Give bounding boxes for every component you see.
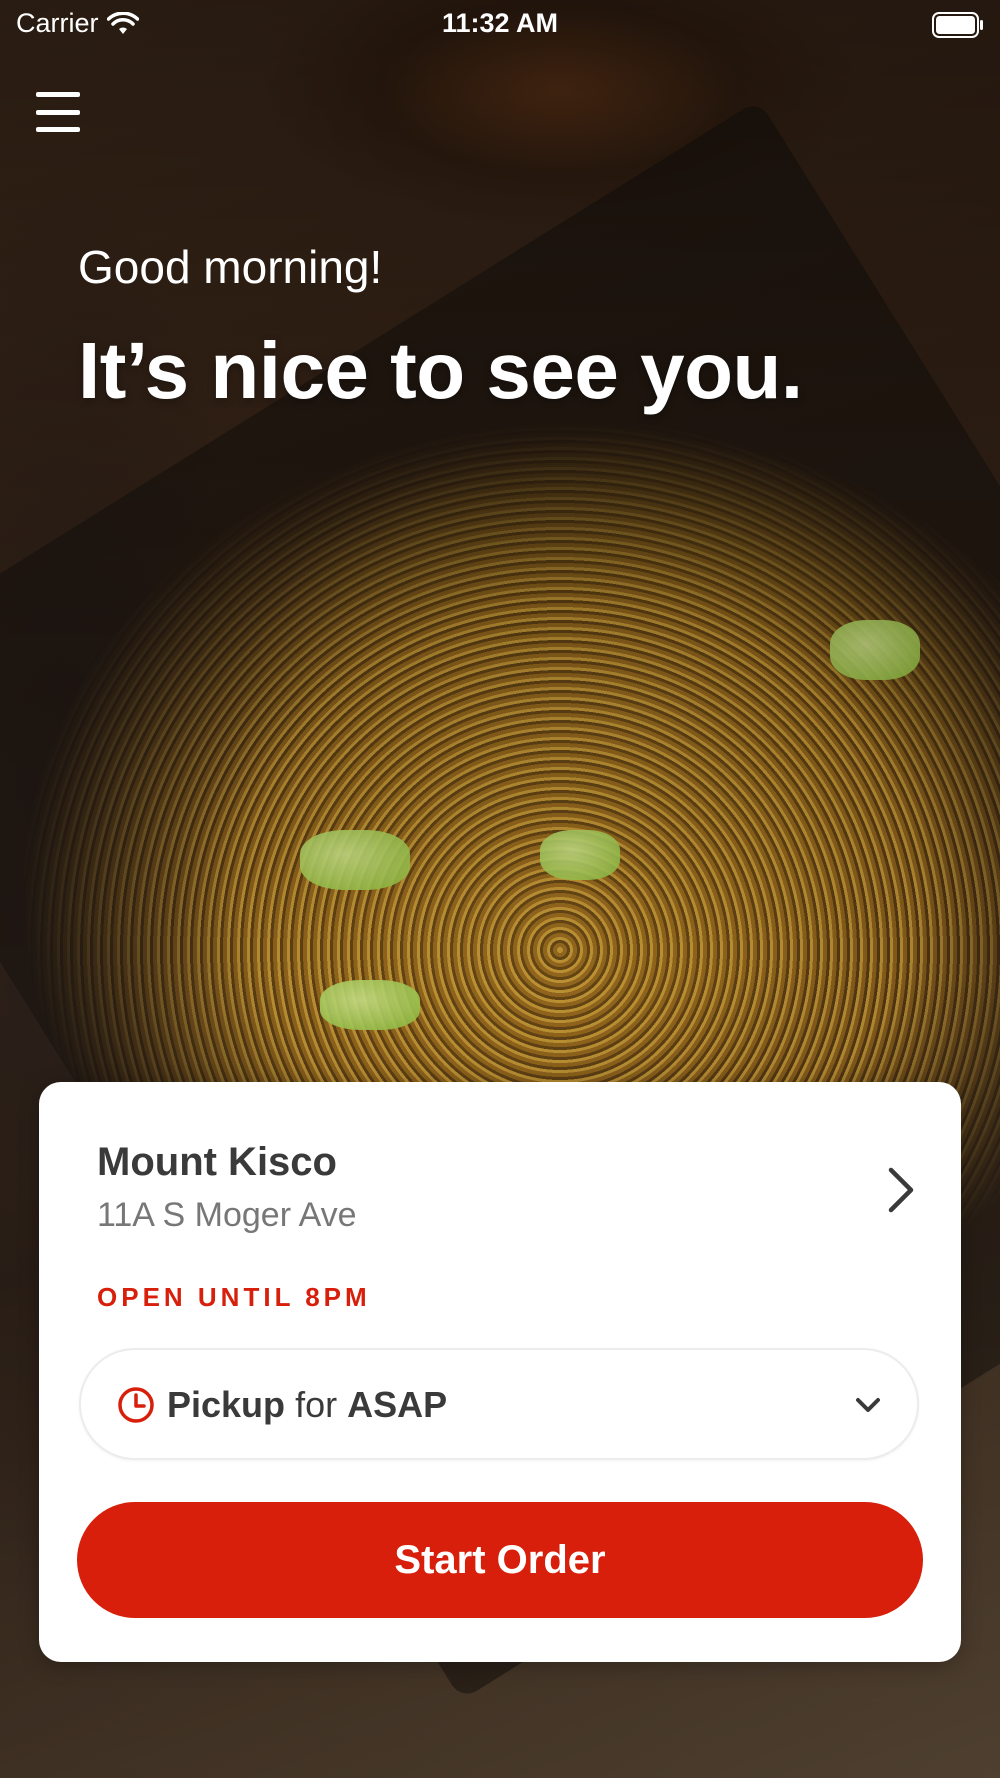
store-name: Mount Kisco bbox=[97, 1140, 337, 1184]
order-mode-connector: for bbox=[295, 1384, 338, 1425]
store-address: 11A S Moger Ave bbox=[97, 1196, 357, 1234]
chevron-right-icon bbox=[888, 1167, 914, 1213]
status-bar: Carrier 11:32 AM bbox=[0, 0, 1000, 50]
battery-full-icon bbox=[932, 12, 983, 38]
order-mode-text: Pickup for ASAP bbox=[167, 1384, 447, 1426]
hamburger-menu-icon[interactable] bbox=[36, 92, 80, 132]
menu-line bbox=[36, 92, 80, 97]
menu-line bbox=[36, 127, 80, 132]
clock-icon bbox=[118, 1387, 154, 1423]
store-hours-status: OPEN UNTIL 8PM bbox=[97, 1282, 371, 1312]
greeting-text: Good morning! bbox=[78, 241, 383, 293]
store-card: Mount Kisco 11A S Moger Ave OPEN UNTIL 8… bbox=[39, 1082, 961, 1662]
order-mode-time: ASAP bbox=[347, 1384, 448, 1425]
chevron-down-icon bbox=[856, 1398, 880, 1412]
order-mode-type: Pickup bbox=[167, 1384, 286, 1425]
menu-line bbox=[36, 109, 80, 115]
start-order-button[interactable]: Start Order bbox=[77, 1502, 923, 1618]
order-mode-dropdown[interactable]: Pickup for ASAP bbox=[79, 1348, 919, 1460]
store-location-row[interactable]: Mount Kisco 11A S Moger Ave bbox=[97, 1140, 921, 1270]
home-screen: Carrier 11:32 AM Good morning! It’s nice… bbox=[0, 0, 1000, 1778]
status-time: 11:32 AM bbox=[441, 8, 559, 38]
welcome-headline: It’s nice to see you. bbox=[78, 326, 803, 415]
